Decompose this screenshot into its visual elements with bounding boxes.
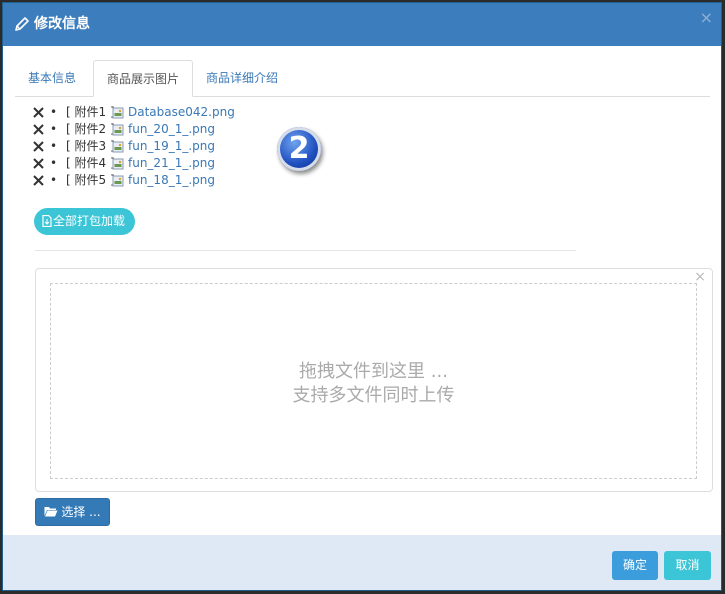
attachment-link[interactable]: Database042.png	[128, 104, 235, 121]
bullet: •	[50, 173, 58, 187]
image-file-icon	[112, 141, 124, 153]
close-icon[interactable]: ×	[700, 9, 713, 27]
tab-basic-info[interactable]: 基本信息	[15, 60, 89, 95]
tab-bar: 基本信息 商品展示图片 商品详细介绍	[15, 60, 710, 97]
cancel-button[interactable]: 取消	[664, 551, 711, 580]
divider	[35, 250, 576, 251]
drop-zone[interactable]: 拖拽文件到这里 ... 支持多文件同时上传	[50, 283, 697, 479]
attachment-label: [ 附件1 ]	[66, 105, 115, 119]
image-file-icon	[112, 124, 124, 136]
image-file-icon	[112, 107, 124, 119]
confirm-button[interactable]: 确定	[612, 551, 658, 580]
step-badge: 2	[277, 127, 321, 171]
attachment-link[interactable]: fun_19_1_.png	[128, 138, 215, 155]
file-download-icon	[42, 215, 52, 227]
drop-hint: 拖拽文件到这里 ...	[299, 361, 448, 382]
tab-product-details[interactable]: 商品详细介绍	[193, 60, 291, 95]
attachment-link[interactable]: fun_21_1_.png	[128, 155, 215, 172]
modal-footer: 确定 取消	[3, 535, 721, 590]
attachment-label: [ 附件5 ]	[66, 173, 115, 187]
choose-file-label: 选择 ...	[61, 505, 101, 519]
drop-hint-multi: 支持多文件同时上传	[292, 385, 455, 406]
modal-title: 修改信息	[34, 16, 90, 32]
bullet: •	[50, 122, 58, 136]
bullet: •	[50, 139, 58, 153]
delete-icon[interactable]	[33, 124, 44, 135]
attachment-label: [ 附件4 ]	[66, 156, 115, 170]
attachment-label: [ 附件3 ]	[66, 139, 115, 153]
choose-file-button[interactable]: 选择 ...	[35, 498, 110, 526]
edit-info-modal: 修改信息 × 基本信息 商品展示图片 商品详细介绍 • [ 附件1 ] Data…	[2, 2, 722, 591]
bullet: •	[50, 105, 58, 119]
folder-open-icon	[44, 507, 58, 517]
delete-icon[interactable]	[33, 158, 44, 169]
tab-product-images[interactable]: 商品展示图片	[93, 60, 194, 97]
delete-icon[interactable]	[33, 141, 44, 152]
pencil-icon	[15, 17, 29, 31]
attachment-label: [ 附件2 ]	[66, 122, 115, 136]
attachment-link[interactable]: fun_18_1_.png	[128, 172, 215, 189]
image-file-icon	[112, 175, 124, 187]
bullet: •	[50, 156, 58, 170]
download-all-button[interactable]: 全部打包加载	[34, 208, 136, 235]
delete-icon[interactable]	[33, 107, 44, 118]
modal-header: 修改信息 ×	[3, 3, 721, 46]
file-upload-panel: × 拖拽文件到这里 ... 支持多文件同时上传	[35, 268, 713, 492]
delete-icon[interactable]	[33, 175, 44, 186]
attachment-link[interactable]: fun_20_1_.png	[128, 121, 215, 138]
image-file-icon	[112, 158, 124, 170]
download-all-label: 全部打包加载	[53, 214, 126, 228]
